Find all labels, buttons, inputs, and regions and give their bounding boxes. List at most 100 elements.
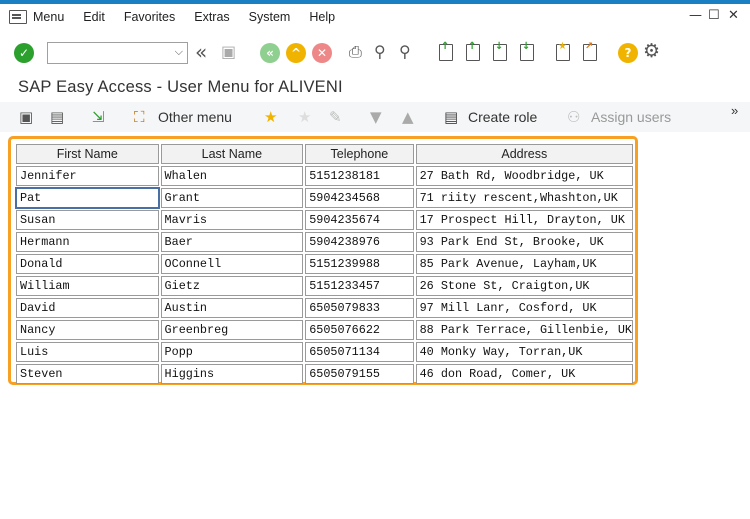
create-session-icon[interactable]: ★	[556, 41, 570, 61]
menu-item-favorites[interactable]: Favorites	[124, 10, 175, 24]
column-header-telephone[interactable]: Telephone	[305, 144, 414, 164]
find-next-icon[interactable]: ⚲	[399, 42, 411, 61]
next-page-icon[interactable]: ↓	[493, 41, 507, 61]
user-menu-icon[interactable]: ▣	[19, 108, 33, 126]
address-cell[interactable]: 85 Park Avenue, Layham,UK	[415, 254, 633, 274]
create-role-button[interactable]: Create role	[468, 109, 537, 125]
address-cell[interactable]: 17 Prospect Hill, Drayton, UK	[415, 210, 633, 230]
first-name-cell[interactable]: Nancy	[16, 320, 159, 340]
last-name-cell[interactable]: Gietz	[160, 276, 304, 296]
last-name-cell[interactable]: Baer	[160, 232, 304, 252]
assign-users-icon[interactable]: ⚇	[567, 108, 580, 126]
print-icon[interactable]: ⎙	[349, 42, 362, 62]
exit-icon[interactable]: ^	[286, 43, 306, 63]
table-row: Luis Popp 6505071134 40 Monky Way, Torra…	[16, 342, 633, 362]
table-row: Susan Mavris 5904235674 17 Prospect Hill…	[16, 210, 633, 230]
app-menu-icon[interactable]	[9, 10, 27, 24]
back-icon[interactable]: «	[260, 43, 280, 63]
help-icon[interactable]: ?	[618, 43, 638, 63]
last-name-cell[interactable]: Popp	[160, 342, 304, 362]
telephone-cell[interactable]: 5151233457	[305, 276, 414, 296]
telephone-cell[interactable]: 6505079155	[305, 364, 414, 384]
create-shortcut-icon[interactable]: ↗	[583, 41, 597, 61]
table-row: Jennifer Whalen 5151238181 27 Bath Rd, W…	[16, 166, 633, 186]
create-role-icon[interactable]: ▤	[444, 108, 458, 126]
application-toolbar: ▣ ▤ ⇲ ⛶ Other menu ★ ★ ✎ ▼ ▲ ▤ Create ro…	[0, 102, 750, 132]
close-window-button[interactable]: ✕	[728, 8, 739, 23]
first-name-cell[interactable]: Susan	[16, 210, 159, 230]
first-name-cell[interactable]: Pat	[15, 187, 160, 209]
first-name-cell[interactable]: David	[16, 298, 159, 318]
address-cell[interactable]: 97 Mill Lanr, Cosford, UK	[415, 298, 633, 318]
first-name-cell[interactable]: Luis	[16, 342, 159, 362]
last-name-cell[interactable]: Higgins	[160, 364, 304, 384]
menu-item-extras[interactable]: Extras	[194, 10, 229, 24]
last-page-icon[interactable]: ↓	[520, 41, 534, 61]
telephone-cell[interactable]: 6505071134	[305, 342, 414, 362]
delete-favorite-icon[interactable]: ★	[298, 108, 311, 126]
save-icon[interactable]: ▣	[221, 42, 236, 61]
add-favorite-icon[interactable]: ★	[264, 108, 277, 126]
address-cell[interactable]: 88 Park Terrace, Gillenbie, UK	[415, 320, 633, 340]
last-name-cell[interactable]: Mavris	[160, 210, 304, 230]
address-cell[interactable]: 71 riity rescent,Whashton,UK	[415, 188, 633, 208]
page-title: SAP Easy Access - User Menu for ALIVENI	[18, 78, 343, 96]
telephone-cell[interactable]: 5151238181	[305, 166, 414, 186]
column-header-address[interactable]: Address	[415, 144, 633, 164]
last-name-cell[interactable]: Whalen	[160, 166, 304, 186]
last-name-cell[interactable]: OConnell	[160, 254, 304, 274]
move-down-icon[interactable]: ▼	[370, 108, 382, 126]
double-chevron-left-icon[interactable]: «	[195, 40, 207, 64]
telephone-cell[interactable]: 5904235674	[305, 210, 414, 230]
address-cell[interactable]: 93 Park End St, Brooke, UK	[415, 232, 633, 252]
enter-check-icon[interactable]: ✓	[14, 43, 34, 63]
highlighted-table-area: First Name Last Name Telephone Address J…	[8, 136, 638, 385]
column-header-first-name[interactable]: First Name	[16, 144, 159, 164]
first-name-cell[interactable]: Donald	[16, 254, 159, 274]
last-name-cell[interactable]: Grant	[160, 188, 304, 208]
table-row: Pat Grant 5904234568 71 riity rescent,Wh…	[15, 187, 633, 209]
address-cell[interactable]: 40 Monky Way, Torran,UK	[415, 342, 633, 362]
previous-page-icon[interactable]: ↑	[466, 41, 480, 61]
address-cell[interactable]: 26 Stone St, Craigton,UK	[415, 276, 633, 296]
menu-item-system[interactable]: System	[249, 10, 291, 24]
telephone-cell[interactable]: 5904238976	[305, 232, 414, 252]
menu-bar: Menu Edit Favorites Extras System Help	[0, 4, 750, 30]
find-icon[interactable]: ⚲	[374, 42, 386, 61]
telephone-cell[interactable]: 5904234568	[305, 188, 414, 208]
move-up-icon[interactable]: ▲	[402, 108, 414, 126]
table-header-row: First Name Last Name Telephone Address	[16, 144, 633, 164]
sap-business-workplace-icon[interactable]: ⇲	[92, 108, 105, 126]
other-menu-button[interactable]: Other menu	[158, 109, 232, 125]
minimize-button[interactable]: —	[689, 8, 702, 23]
telephone-cell[interactable]: 5151239988	[305, 254, 414, 274]
first-name-cell[interactable]: Jennifer	[16, 166, 159, 186]
last-name-cell[interactable]: Austin	[160, 298, 304, 318]
menu-item-menu[interactable]: Menu	[33, 10, 64, 24]
menu-item-edit[interactable]: Edit	[83, 10, 105, 24]
first-name-cell[interactable]: Hermann	[16, 232, 159, 252]
telephone-cell[interactable]: 6505076622	[305, 320, 414, 340]
first-name-cell[interactable]: William	[16, 276, 159, 296]
chevron-down-icon[interactable]: ⌵	[175, 46, 183, 59]
assign-users-button[interactable]: Assign users	[591, 109, 671, 125]
cancel-icon[interactable]: ✕	[312, 43, 332, 63]
settings-gear-icon[interactable]: ⚙	[643, 40, 660, 62]
sap-menu-icon[interactable]: ▤	[50, 108, 64, 126]
menu-item-help[interactable]: Help	[309, 10, 335, 24]
more-toolbar-button[interactable]: »	[731, 103, 738, 118]
table-row: David Austin 6505079833 97 Mill Lanr, Co…	[16, 298, 633, 318]
other-menu-icon[interactable]: ⛶	[134, 108, 145, 126]
table-row: Steven Higgins 6505079155 46 don Road, C…	[16, 364, 633, 384]
first-name-cell[interactable]: Steven	[16, 364, 159, 384]
employee-table: First Name Last Name Telephone Address J…	[14, 142, 635, 386]
telephone-cell[interactable]: 6505079833	[305, 298, 414, 318]
last-name-cell[interactable]: Greenbreg	[160, 320, 304, 340]
first-page-icon[interactable]: ↑	[439, 41, 453, 61]
column-header-last-name[interactable]: Last Name	[160, 144, 304, 164]
change-favorite-icon[interactable]: ✎	[329, 108, 342, 126]
address-cell[interactable]: 46 don Road, Comer, UK	[415, 364, 633, 384]
address-cell[interactable]: 27 Bath Rd, Woodbridge, UK	[415, 166, 633, 186]
command-field[interactable]: ⌵	[47, 42, 188, 64]
maximize-button[interactable]: ☐	[708, 8, 720, 23]
